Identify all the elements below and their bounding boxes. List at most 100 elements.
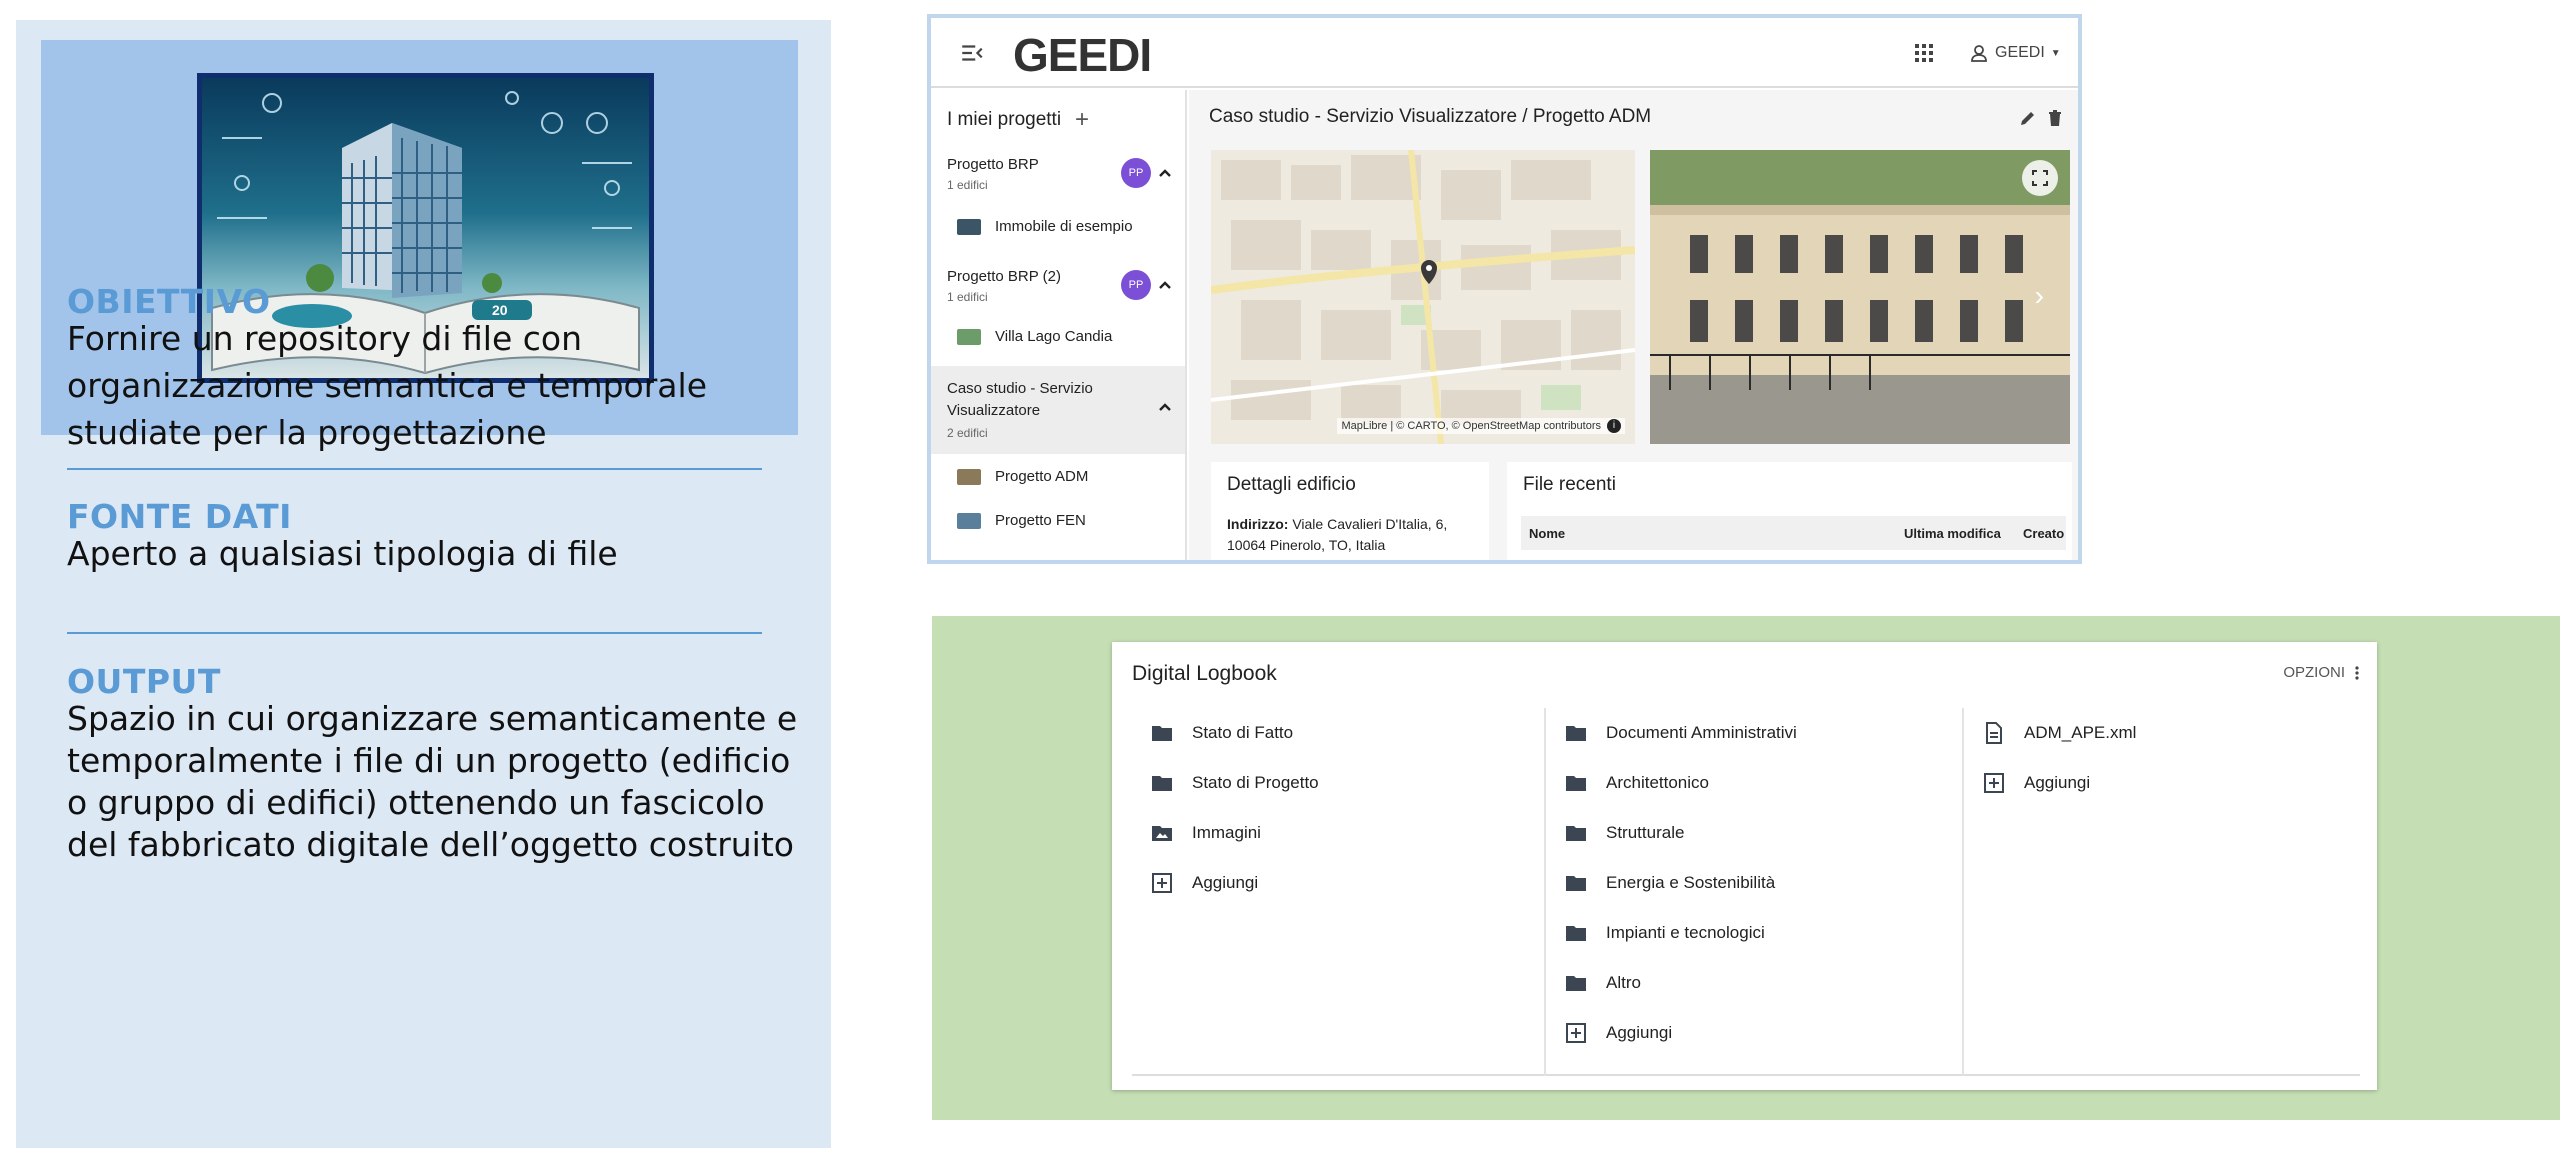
project-name: Progetto BRP (2) [947, 268, 1061, 285]
options-label: OPZIONI [2283, 664, 2345, 681]
section-divider [67, 632, 762, 634]
folder-item[interactable]: Energia e Sostenibilità [1564, 868, 1775, 898]
next-photo-icon[interactable]: › [2035, 280, 2044, 312]
card-title: File recenti [1523, 474, 1616, 495]
folder-icon [1566, 876, 1586, 891]
building-item[interactable]: Immobile di esempio [957, 218, 1133, 235]
sidebar-header: I miei progetti + [947, 106, 1089, 134]
building-item[interactable]: Progetto ADM [957, 468, 1088, 485]
chevron-up-icon[interactable] [1157, 399, 1173, 415]
building-details-card: Dettagli edificio Indirizzo: Viale Caval… [1211, 462, 1489, 560]
project-item-selected[interactable]: Caso studio - Servizio Visualizzatore 2 … [931, 366, 1185, 454]
folder-item[interactable]: Architettonico [1564, 768, 1709, 798]
trash-icon[interactable] [2045, 108, 2065, 128]
map-attribution-text[interactable]: MapLibre | © CARTO, © OpenStreetMap cont… [1341, 420, 1601, 432]
chevron-up-icon[interactable] [1157, 165, 1173, 181]
map-tiles [1211, 150, 1635, 444]
chevron-up-icon[interactable] [1157, 277, 1173, 293]
projects-sidebar: I miei progetti + Progetto BRP 1 edifici… [931, 90, 1187, 560]
add-label: Aggiungi [2024, 773, 2091, 792]
recent-files-card: File recenti Nome Ultima modifica Creato [1507, 462, 2072, 560]
table-header: Nome Ultima modifica Creato [1521, 516, 2066, 550]
menu-collapse-icon[interactable] [959, 40, 985, 66]
geedi-logo[interactable]: GEEDI [1013, 28, 1152, 82]
avatar: PP [1121, 158, 1151, 188]
folder-label: Altro [1606, 973, 1641, 992]
data-source-text: Aperto a qualsiasi tipologia di file [67, 534, 618, 573]
address-label: Indirizzo: [1227, 516, 1289, 532]
app-header: GEEDI GEEDI ▼ [931, 18, 2078, 88]
folder-item[interactable]: Stato di Fatto [1150, 718, 1293, 748]
add-project-icon[interactable]: + [1075, 106, 1089, 134]
info-panel: 20 OBIETTIVO Fornire un repository di fi… [16, 20, 831, 1148]
building-name: Villa Lago Candia [995, 328, 1113, 345]
building-item[interactable]: Progetto FEN [957, 512, 1086, 529]
breadcrumb: Caso studio - Servizio Visualizzatore / … [1209, 106, 1651, 128]
edit-icon[interactable] [2018, 108, 2038, 128]
digital-logbook-panel: Digital Logbook OPZIONI Stato di Fatto S… [1112, 642, 2377, 1090]
project-name: Progetto BRP [947, 156, 1039, 173]
folder-item[interactable]: Stato di Progetto [1150, 768, 1319, 798]
fullscreen-button[interactable] [2022, 160, 2058, 196]
logbook-grid: Stato di Fatto Stato di Progetto Immagin… [1132, 708, 2360, 1076]
add-item-button[interactable]: Aggiungi [1150, 868, 1258, 898]
breadcrumb-current: Progetto ADM [1532, 106, 1652, 127]
folder-item[interactable]: Immagini [1150, 818, 1261, 848]
building-thumbnail [957, 218, 981, 235]
breadcrumb-parent[interactable]: Caso studio - Servizio Visualizzatore [1209, 106, 1517, 127]
breadcrumb-separator: / [1522, 106, 1533, 127]
building-name: Progetto FEN [995, 512, 1086, 529]
options-menu[interactable]: OPZIONI [2283, 664, 2359, 681]
logbook-column: Stato di Fatto Stato di Progetto Immagin… [1132, 708, 1544, 1076]
output-title: OUTPUT [67, 662, 221, 701]
more-vert-icon [2355, 665, 2359, 680]
user-menu[interactable]: GEEDI ▼ [1969, 40, 2061, 66]
project-building-count: 2 edifici [947, 426, 988, 440]
image-folder-icon [1152, 826, 1172, 841]
map-attribution: MapLibre | © CARTO, © OpenStreetMap cont… [1337, 418, 1625, 434]
folder-label: Stato di Progetto [1192, 773, 1319, 792]
file-icon [1986, 722, 2002, 744]
folder-label: Documenti Amministrativi [1606, 723, 1797, 742]
apps-grid-icon[interactable] [1914, 43, 1934, 63]
folder-item[interactable]: Impianti e tecnologici [1564, 918, 1765, 948]
project-building-count: 1 edifici [947, 178, 988, 192]
folder-label: Immagini [1192, 823, 1261, 842]
column-header[interactable]: Creato [2023, 526, 2064, 541]
folder-item[interactable]: Strutturale [1564, 818, 1684, 848]
column-header[interactable]: Nome [1529, 526, 1565, 541]
logbook-column: ADM_APE.xml Aggiungi [1962, 708, 2360, 1076]
folder-icon [1566, 976, 1586, 991]
building-name: Immobile di esempio [995, 218, 1133, 235]
project-item[interactable]: Progetto BRP 1 edifici PP Immobile di es… [931, 154, 1185, 264]
info-icon[interactable]: i [1607, 419, 1621, 433]
objective-text: Fornire un repository di file con organi… [67, 319, 708, 452]
add-box-icon [1152, 873, 1172, 893]
folder-item[interactable]: Altro [1564, 968, 1641, 998]
output-text: Spazio in cui organizzare semanticamente… [67, 699, 798, 864]
add-item-button[interactable]: Aggiungi [1564, 1018, 1672, 1048]
folder-item[interactable]: Documenti Amministrativi [1564, 718, 1797, 748]
file-label: ADM_APE.xml [2024, 723, 2137, 742]
building-thumbnail [957, 468, 981, 485]
file-item[interactable]: ADM_APE.xml [1982, 718, 2136, 748]
folder-label: Architettonico [1606, 773, 1709, 792]
folder-label: Impianti e tecnologici [1606, 923, 1765, 942]
location-map[interactable]: MapLibre | © CARTO, © OpenStreetMap cont… [1211, 150, 1635, 444]
building-facade [1650, 150, 2070, 444]
building-item[interactable]: Villa Lago Candia [957, 328, 1112, 345]
folder-label: Energia e Sostenibilità [1606, 873, 1776, 892]
folder-icon [1566, 826, 1586, 841]
user-name: GEEDI [1995, 44, 2045, 61]
column-header[interactable]: Ultima modifica [1904, 526, 2001, 541]
add-box-icon [1984, 773, 2004, 793]
building-name: Progetto ADM [995, 468, 1089, 485]
add-item-button[interactable]: Aggiungi [1982, 768, 2090, 798]
section-divider [67, 468, 762, 470]
sidebar-title: I miei progetti [947, 109, 1062, 130]
folder-icon [1152, 776, 1172, 791]
user-icon [1971, 45, 1987, 62]
caret-down-icon: ▼ [2050, 47, 2061, 59]
project-item[interactable]: Progetto BRP (2) 1 edifici PP Villa Lago… [931, 266, 1185, 366]
building-photo: › [1650, 150, 2070, 444]
